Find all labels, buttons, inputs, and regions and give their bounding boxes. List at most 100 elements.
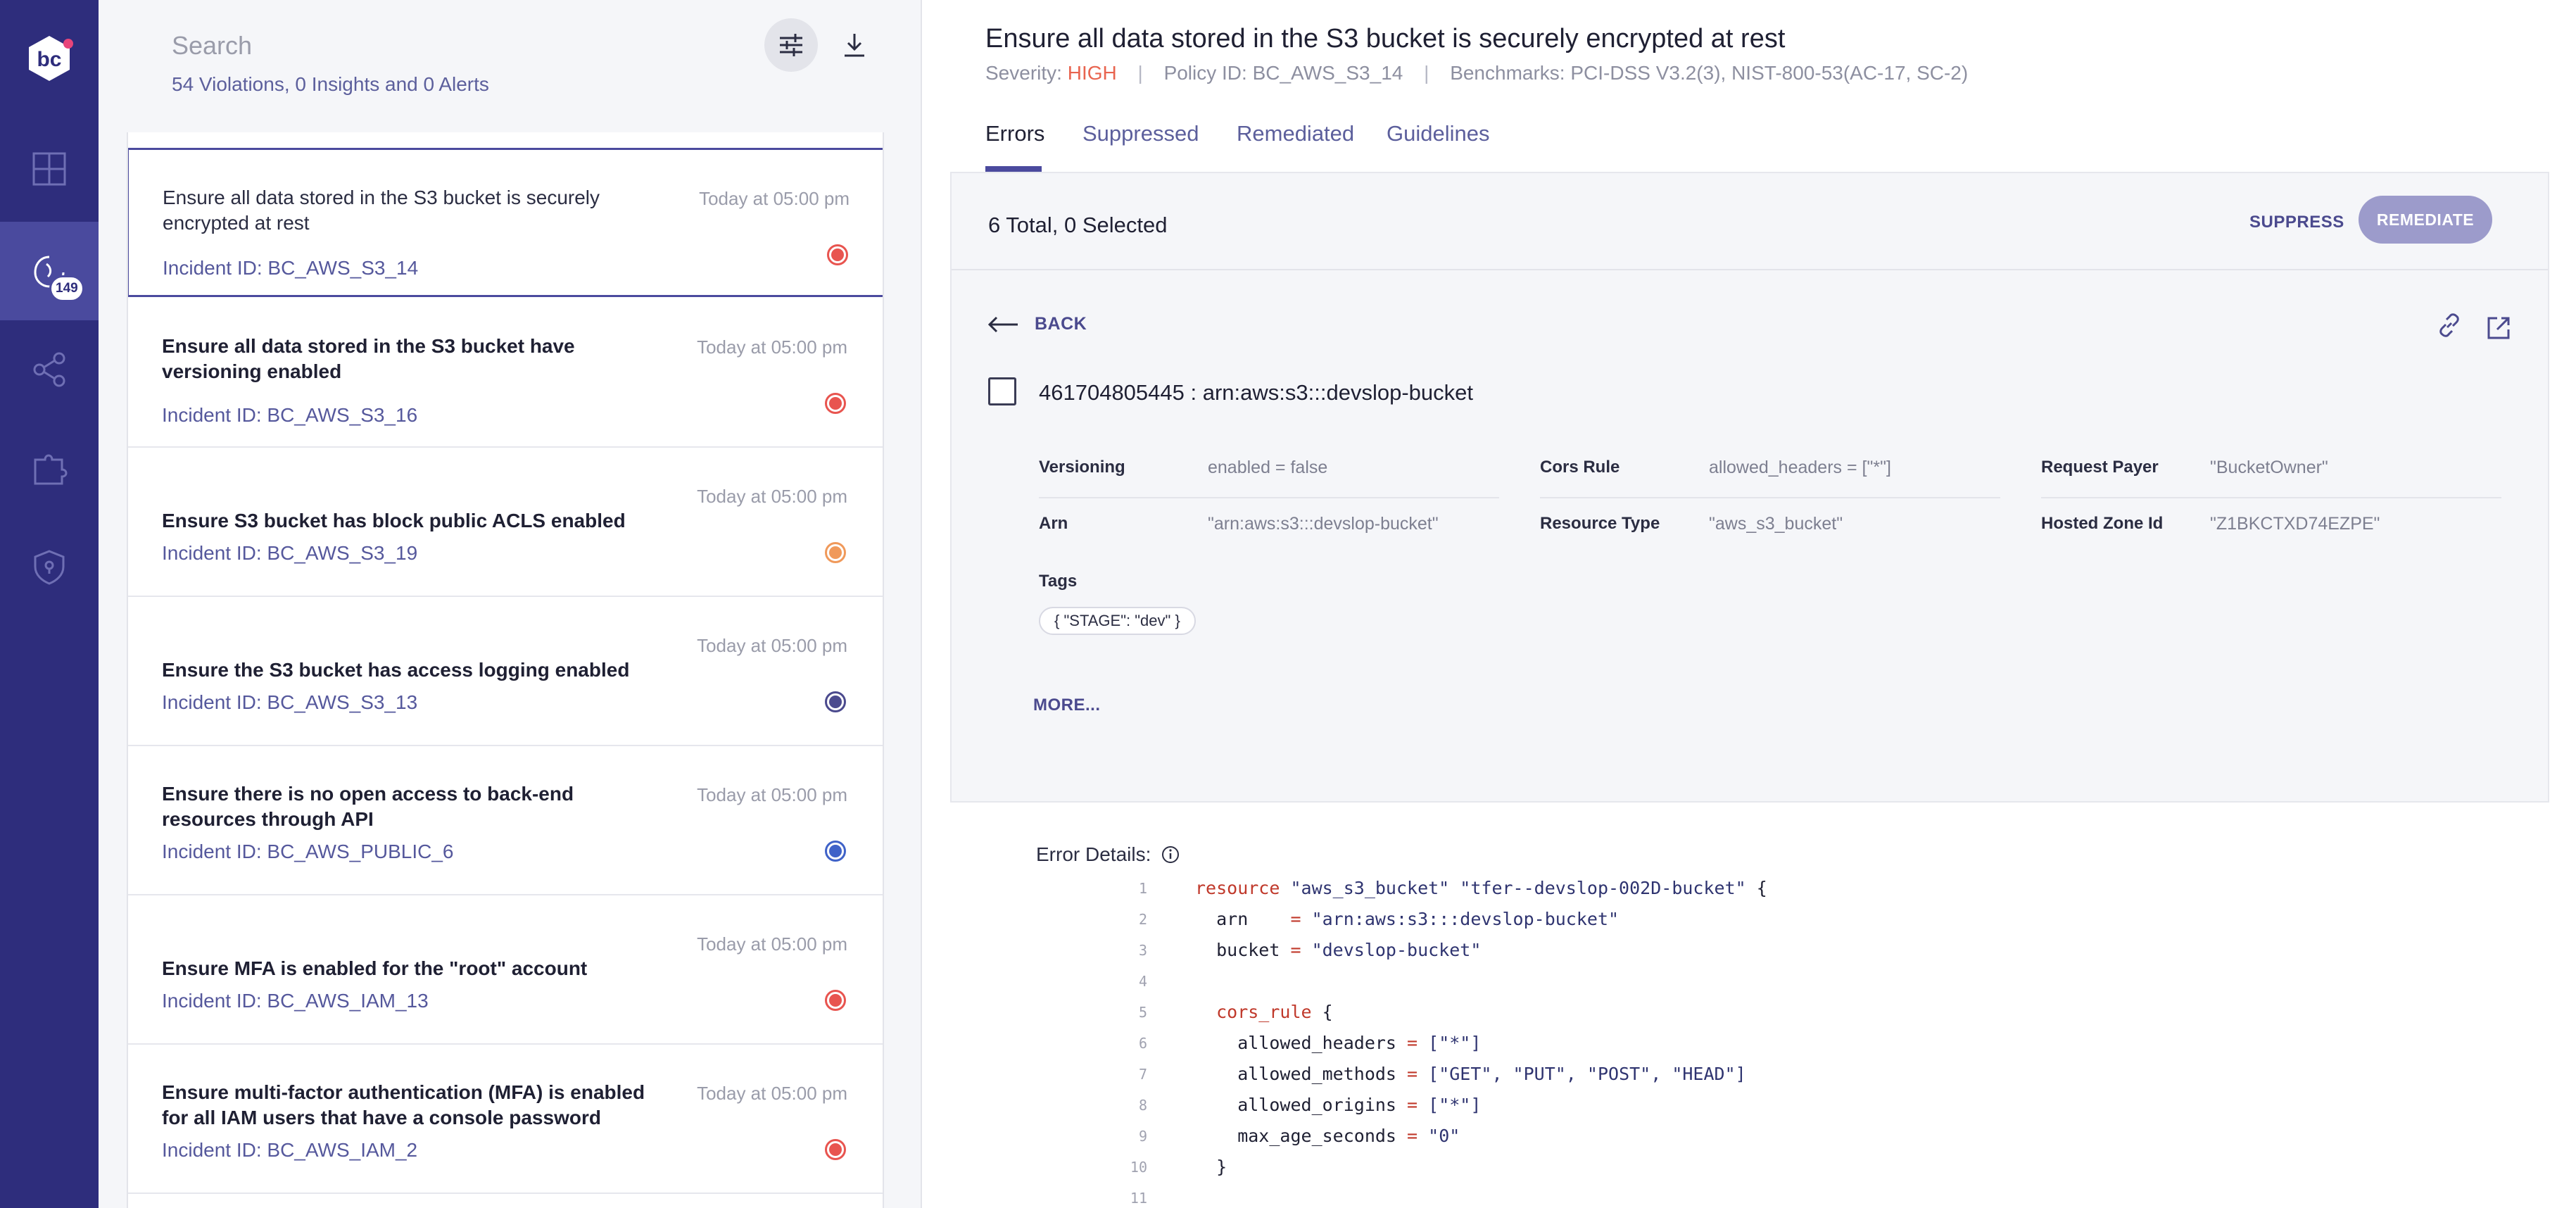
list-item[interactable]: Ensure all data stored in the S3 bucket …: [128, 148, 883, 297]
error-details-heading: Error Details:: [1036, 843, 1180, 866]
tab-suppressed[interactable]: Suppressed: [1082, 121, 1199, 146]
resource-id: 461704805445 : arn:aws:s3:::devslop-buck…: [1039, 380, 1473, 405]
nav-incidents[interactable]: 149: [0, 222, 99, 320]
more-link[interactable]: MORE...: [1033, 696, 1101, 715]
bridgecrew-logo[interactable]: bc: [23, 34, 75, 83]
list-item-title: Ensure there is no open access to back-e…: [162, 783, 574, 830]
line-number: 4: [1138, 973, 1147, 990]
code-token: cors_rule: [1195, 1002, 1322, 1022]
code-line: 8 allowed_origins = ["*"]: [1105, 1090, 2372, 1121]
code-token: {: [1756, 878, 1767, 898]
list-item-time: Today at 05:00 pm: [697, 336, 847, 358]
list-item-incident-id: Incident ID: BC_AWS_IAM_13: [162, 990, 429, 1012]
code-token: resource: [1195, 878, 1291, 898]
line-number: 9: [1138, 1128, 1147, 1145]
filter-button[interactable]: [764, 18, 818, 72]
list-item-time: Today at 05:00 pm: [697, 1083, 847, 1104]
policy-meta: Severity: HIGH | Policy ID: BC_AWS_S3_14…: [985, 62, 1968, 84]
tab-remediated[interactable]: Remediated: [1237, 121, 1354, 146]
list-item[interactable]: Ensure the S3 bucket has access logging …: [128, 597, 883, 746]
list-item[interactable]: Ensure MFA is enabled for the "root" acc…: [128, 895, 883, 1045]
violations-summary: 54 Violations, 0 Insights and 0 Alerts: [172, 73, 489, 95]
arrow-left-icon: [988, 316, 1018, 332]
code-line: 11: [1105, 1183, 2372, 1208]
attr-value-versioning: enabled = false: [1208, 458, 1328, 477]
code-token: {: [1322, 1002, 1333, 1022]
code-token: ["*"]: [1428, 1033, 1482, 1053]
line-number: 10: [1130, 1159, 1147, 1176]
code-token: bucket: [1195, 940, 1291, 960]
tab-guidelines[interactable]: Guidelines: [1387, 121, 1489, 146]
nav-integrations[interactable]: [0, 419, 99, 517]
code-token: =: [1290, 909, 1312, 929]
suppress-button[interactable]: SUPPRESS: [2249, 213, 2344, 232]
code-line: 6 allowed_headers = ["*"]: [1105, 1028, 2372, 1059]
list-item[interactable]: Ensure S3 bucket has block public ACLS e…: [128, 448, 883, 597]
attr-key-resource-type: Resource Type: [1540, 514, 1660, 533]
attr-key-versioning: Versioning: [1039, 458, 1125, 477]
list-item[interactable]: Ensure there is no open access to back-e…: [128, 746, 883, 895]
code-token: ["GET", "PUT", "POST", "HEAD"]: [1428, 1064, 1746, 1084]
list-item-time: Today at 05:00 pm: [697, 635, 847, 656]
divider: [952, 269, 2548, 270]
external-link-icon[interactable]: [2485, 314, 2513, 342]
attr-key-arn: Arn: [1039, 514, 1068, 533]
list-item-incident-id: Incident ID: BC_AWS_S3_14: [163, 257, 419, 279]
nav-graph[interactable]: [0, 320, 99, 419]
resource-checkbox[interactable]: [988, 377, 1016, 405]
code-token: allowed_origins: [1195, 1095, 1408, 1115]
remediate-button[interactable]: REMEDIATE: [2359, 196, 2492, 244]
list-item-incident-id: Incident ID: BC_AWS_S3_16: [162, 404, 418, 426]
line-number: 6: [1138, 1035, 1147, 1052]
code-line: 2 arn = "arn:aws:s3:::devslop-bucket": [1105, 904, 2372, 935]
tags-label: Tags: [1039, 572, 1078, 591]
severity-indicator: [827, 244, 848, 265]
nav-policies[interactable]: [0, 517, 99, 616]
policy-id: Policy ID: BC_AWS_S3_14: [1163, 62, 1403, 84]
active-tab-indicator: [985, 166, 1042, 172]
meta-separator: |: [1424, 62, 1429, 84]
code-line: 3 bucket = "devslop-bucket": [1105, 935, 2372, 966]
violation-detail-panel: Ensure all data stored in the S3 bucket …: [921, 0, 2576, 1208]
line-number: 11: [1130, 1190, 1147, 1207]
severity-indicator: [825, 990, 846, 1011]
shield-icon: [34, 550, 65, 585]
code-token: =: [1407, 1095, 1429, 1115]
list-item-title: Ensure multi-factor authentication (MFA)…: [162, 1081, 645, 1128]
sliders-icon: [780, 34, 802, 56]
search-input[interactable]: Search: [172, 31, 252, 61]
list-item-incident-id: Incident ID: BC_AWS_S3_13: [162, 691, 418, 713]
back-button[interactable]: BACK: [988, 314, 1087, 334]
list-item[interactable]: Ensure all data stored in the S3 bucket …: [128, 298, 883, 448]
link-icon[interactable]: [2435, 311, 2463, 339]
download-button[interactable]: [828, 18, 881, 72]
nav-rail: bc 149: [0, 0, 99, 1208]
code-line: 10 }: [1105, 1152, 2372, 1183]
violations-list-panel: Search 54 Violations, 0 Insights and 0 A…: [99, 0, 921, 1208]
meta-separator: |: [1137, 62, 1143, 84]
attr-value-resource-type: "aws_s3_bucket": [1709, 514, 1843, 534]
severity-indicator: [825, 1139, 846, 1160]
violations-list: Ensure all data stored in the S3 bucket …: [127, 132, 884, 1208]
list-item-title: Ensure MFA is enabled for the "root" acc…: [162, 957, 588, 979]
tag-chip: { "STAGE": "dev" }: [1039, 607, 1196, 635]
attr-value-arn: "arn:aws:s3:::devslop-bucket": [1208, 514, 1439, 534]
code-line: 9 max_age_seconds = "0": [1105, 1121, 2372, 1152]
attr-key-hosted-zone-id: Hosted Zone Id: [2041, 514, 2164, 533]
code-token: =: [1407, 1033, 1429, 1053]
code-line: 7 allowed_methods = ["GET", "PUT", "POST…: [1105, 1059, 2372, 1090]
list-item-title: Ensure all data stored in the S3 bucket …: [163, 187, 600, 234]
divider: [1540, 497, 2000, 498]
line-number: 5: [1138, 1004, 1147, 1021]
svg-text:bc: bc: [37, 48, 61, 71]
nav-dashboard[interactable]: [0, 120, 99, 218]
attr-value-cors-rule: allowed_headers = ["*"]: [1709, 458, 1891, 477]
code-token: =: [1407, 1126, 1429, 1146]
tab-errors[interactable]: Errors: [985, 121, 1044, 146]
code-snippet: 1 resource "aws_s3_bucket" "tfer--devslop…: [1105, 873, 2372, 1208]
info-icon[interactable]: [1161, 845, 1180, 864]
list-item[interactable]: Ensure multi-factor authentication (MFA)…: [128, 1045, 883, 1194]
list-item-time: Today at 05:00 pm: [699, 188, 850, 209]
code-token: arn: [1195, 909, 1291, 929]
divider: [2041, 497, 2501, 498]
